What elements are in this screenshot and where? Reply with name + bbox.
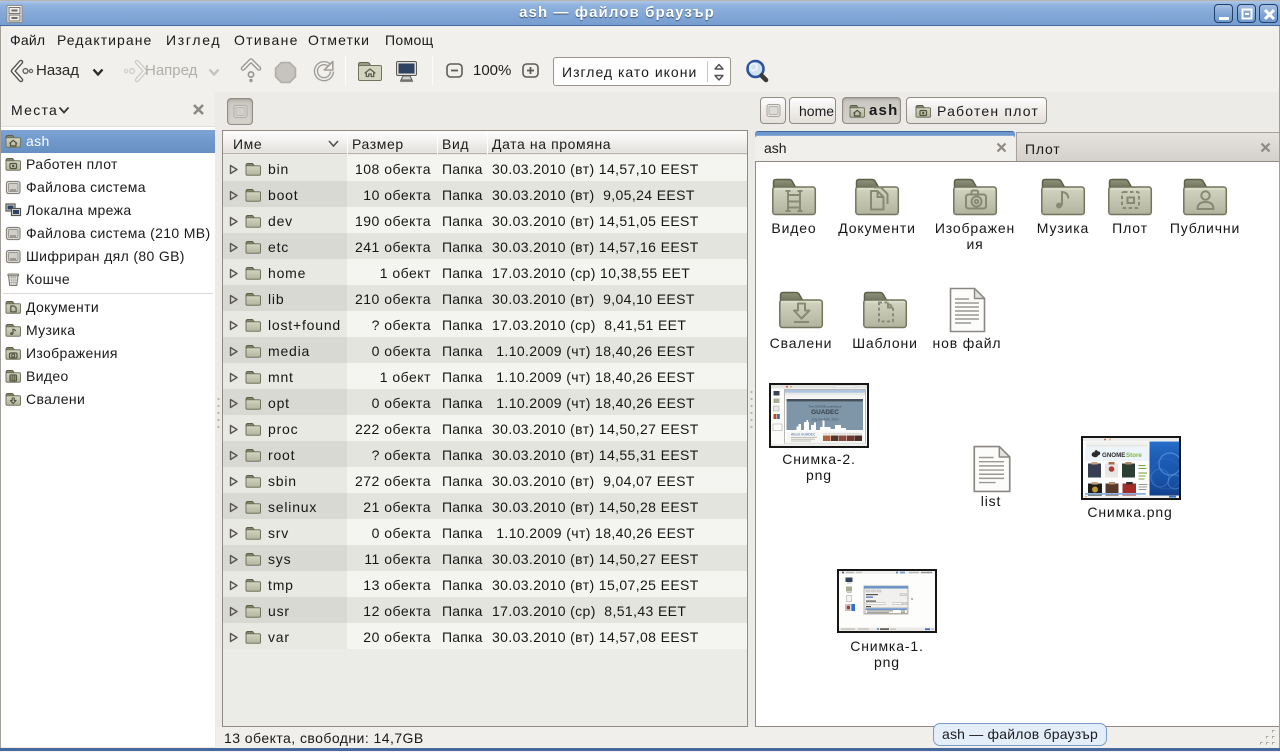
svg-text:Store: Store xyxy=(1126,452,1142,459)
svg-text:GNOME: GNOME xyxy=(1102,452,1125,459)
svg-text:About GUADEC: About GUADEC xyxy=(791,433,816,437)
svg-text:The GNOME conference: The GNOME conference xyxy=(808,405,841,409)
svg-text:GUADEC: GUADEC xyxy=(811,409,839,416)
svg-text:July 24–30th, 2010: July 24–30th, 2010 xyxy=(812,418,839,422)
